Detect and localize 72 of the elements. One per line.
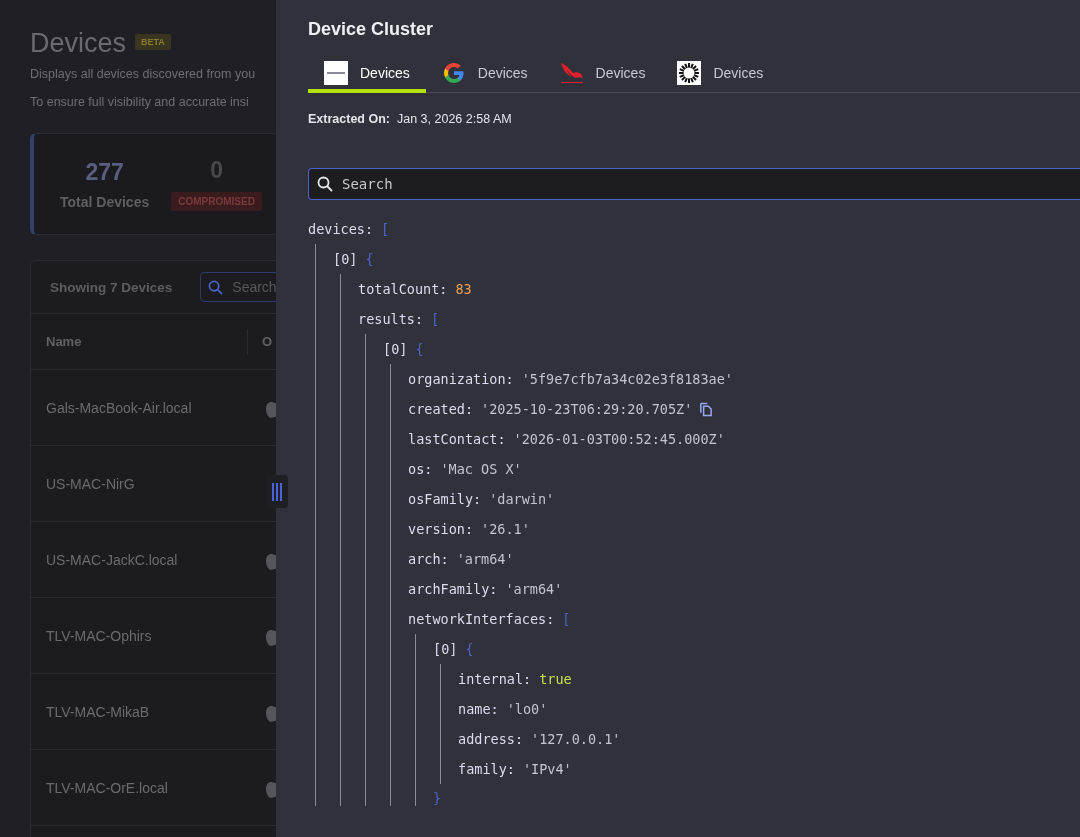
tree-key: results: <box>358 311 424 327</box>
tree-value: 'Mac OS X' <box>440 461 522 477</box>
tree-key: organization: <box>408 371 514 387</box>
page-description: Displays all devices discovered from you <box>30 67 257 81</box>
tree-key: family: <box>458 761 515 777</box>
table-cell-text: TLV-MAC-MikaB <box>46 703 151 720</box>
beta-badge: BETA <box>135 33 171 50</box>
tree-key: internal: <box>458 671 532 687</box>
tree-value: 'arm64' <box>456 551 514 567</box>
resize-handle[interactable] <box>266 475 288 508</box>
tree-value: 83 <box>455 281 472 297</box>
tree-value: '5f9e7cfb7a34c02e3f8183ae' <box>521 371 733 387</box>
bracket: { <box>465 641 474 657</box>
sunburst-icon <box>677 60 702 85</box>
tree-key: [0] <box>333 251 358 267</box>
table-cell-text: US-MAC-JackC.local <box>46 551 179 568</box>
g-logo-icon <box>441 60 466 85</box>
column-header[interactable]: Name <box>46 334 247 349</box>
tree-value: 'darwin' <box>489 491 555 507</box>
column-header[interactable]: O <box>262 334 273 349</box>
table-cell-text: TLV-MAC-Ophirs <box>46 627 153 644</box>
bracket: { <box>415 341 424 357</box>
tree-key: [0] <box>383 341 408 357</box>
tree-value: '2025-10-23T06:29:20.705Z' <box>481 401 693 417</box>
tree-key: address: <box>458 731 524 747</box>
tree-value: 'IPv4' <box>522 761 572 777</box>
copy-icon[interactable] <box>698 401 714 417</box>
tree-value: '127.0.0.1' <box>531 731 621 747</box>
device-count: Showing 7 Devices <box>50 279 173 295</box>
extracted-label: Extracted On: <box>308 112 390 126</box>
bird-icon <box>559 60 584 85</box>
tree-key: [0] <box>433 641 458 657</box>
source-tab[interactable]: Devices <box>425 56 544 93</box>
logo-icon <box>324 60 348 85</box>
stat-value: 277 <box>85 158 124 186</box>
source-tab[interactable]: Devices <box>543 56 662 93</box>
search-field[interactable]: Search <box>308 168 1080 200</box>
table-cell-text: Gals-MacBook-Air.local <box>46 399 193 416</box>
drawer-title: Device Cluster <box>308 19 435 40</box>
source-tab[interactable]: Devices <box>661 56 780 93</box>
page-note: To ensure full visibility and accurate insi <box>30 95 250 109</box>
tree-key: devices: <box>308 221 374 237</box>
status-badge: COMPROMISED <box>171 192 262 211</box>
extracted-date: Jan 3, 2026 2:58 AM <box>396 112 512 126</box>
tree-key: created: <box>408 401 474 417</box>
source-tab[interactable]: Devices <box>308 56 426 93</box>
tree-key: os: <box>408 461 433 477</box>
tree-key: networkInterfaces: <box>408 611 555 627</box>
tree-key: version: <box>408 521 474 537</box>
tree-value: 'lo0' <box>506 701 548 717</box>
tree-key: name: <box>458 701 499 717</box>
bracket: } <box>433 790 442 806</box>
search-icon <box>317 176 333 192</box>
tree-key: lastContact: <box>408 431 506 447</box>
tree-value: true <box>539 671 572 687</box>
bracket: [ <box>431 311 440 327</box>
stat-label: Total Devices <box>60 193 150 210</box>
bracket: [ <box>562 611 571 627</box>
tree-key: arch: <box>408 551 449 567</box>
search-field[interactable]: Search <box>200 272 276 302</box>
tree-key: archFamily: <box>408 581 498 597</box>
table-cell-text: US-MAC-NirG <box>46 475 136 492</box>
tree-value: 'arm64' <box>505 581 563 597</box>
table-cell-text: TLV-MAC-OrE.local <box>46 779 169 796</box>
tree-key: osFamily: <box>408 491 482 507</box>
page-title: Devices <box>30 28 127 59</box>
tree-value: '26.1' <box>481 521 530 537</box>
bracket: { <box>365 251 374 267</box>
search-icon <box>208 280 224 295</box>
tree-key: totalCount: <box>358 281 448 297</box>
bracket: [ <box>381 221 390 237</box>
tree-value: '2026-01-03T00:52:45.000Z' <box>513 431 725 447</box>
